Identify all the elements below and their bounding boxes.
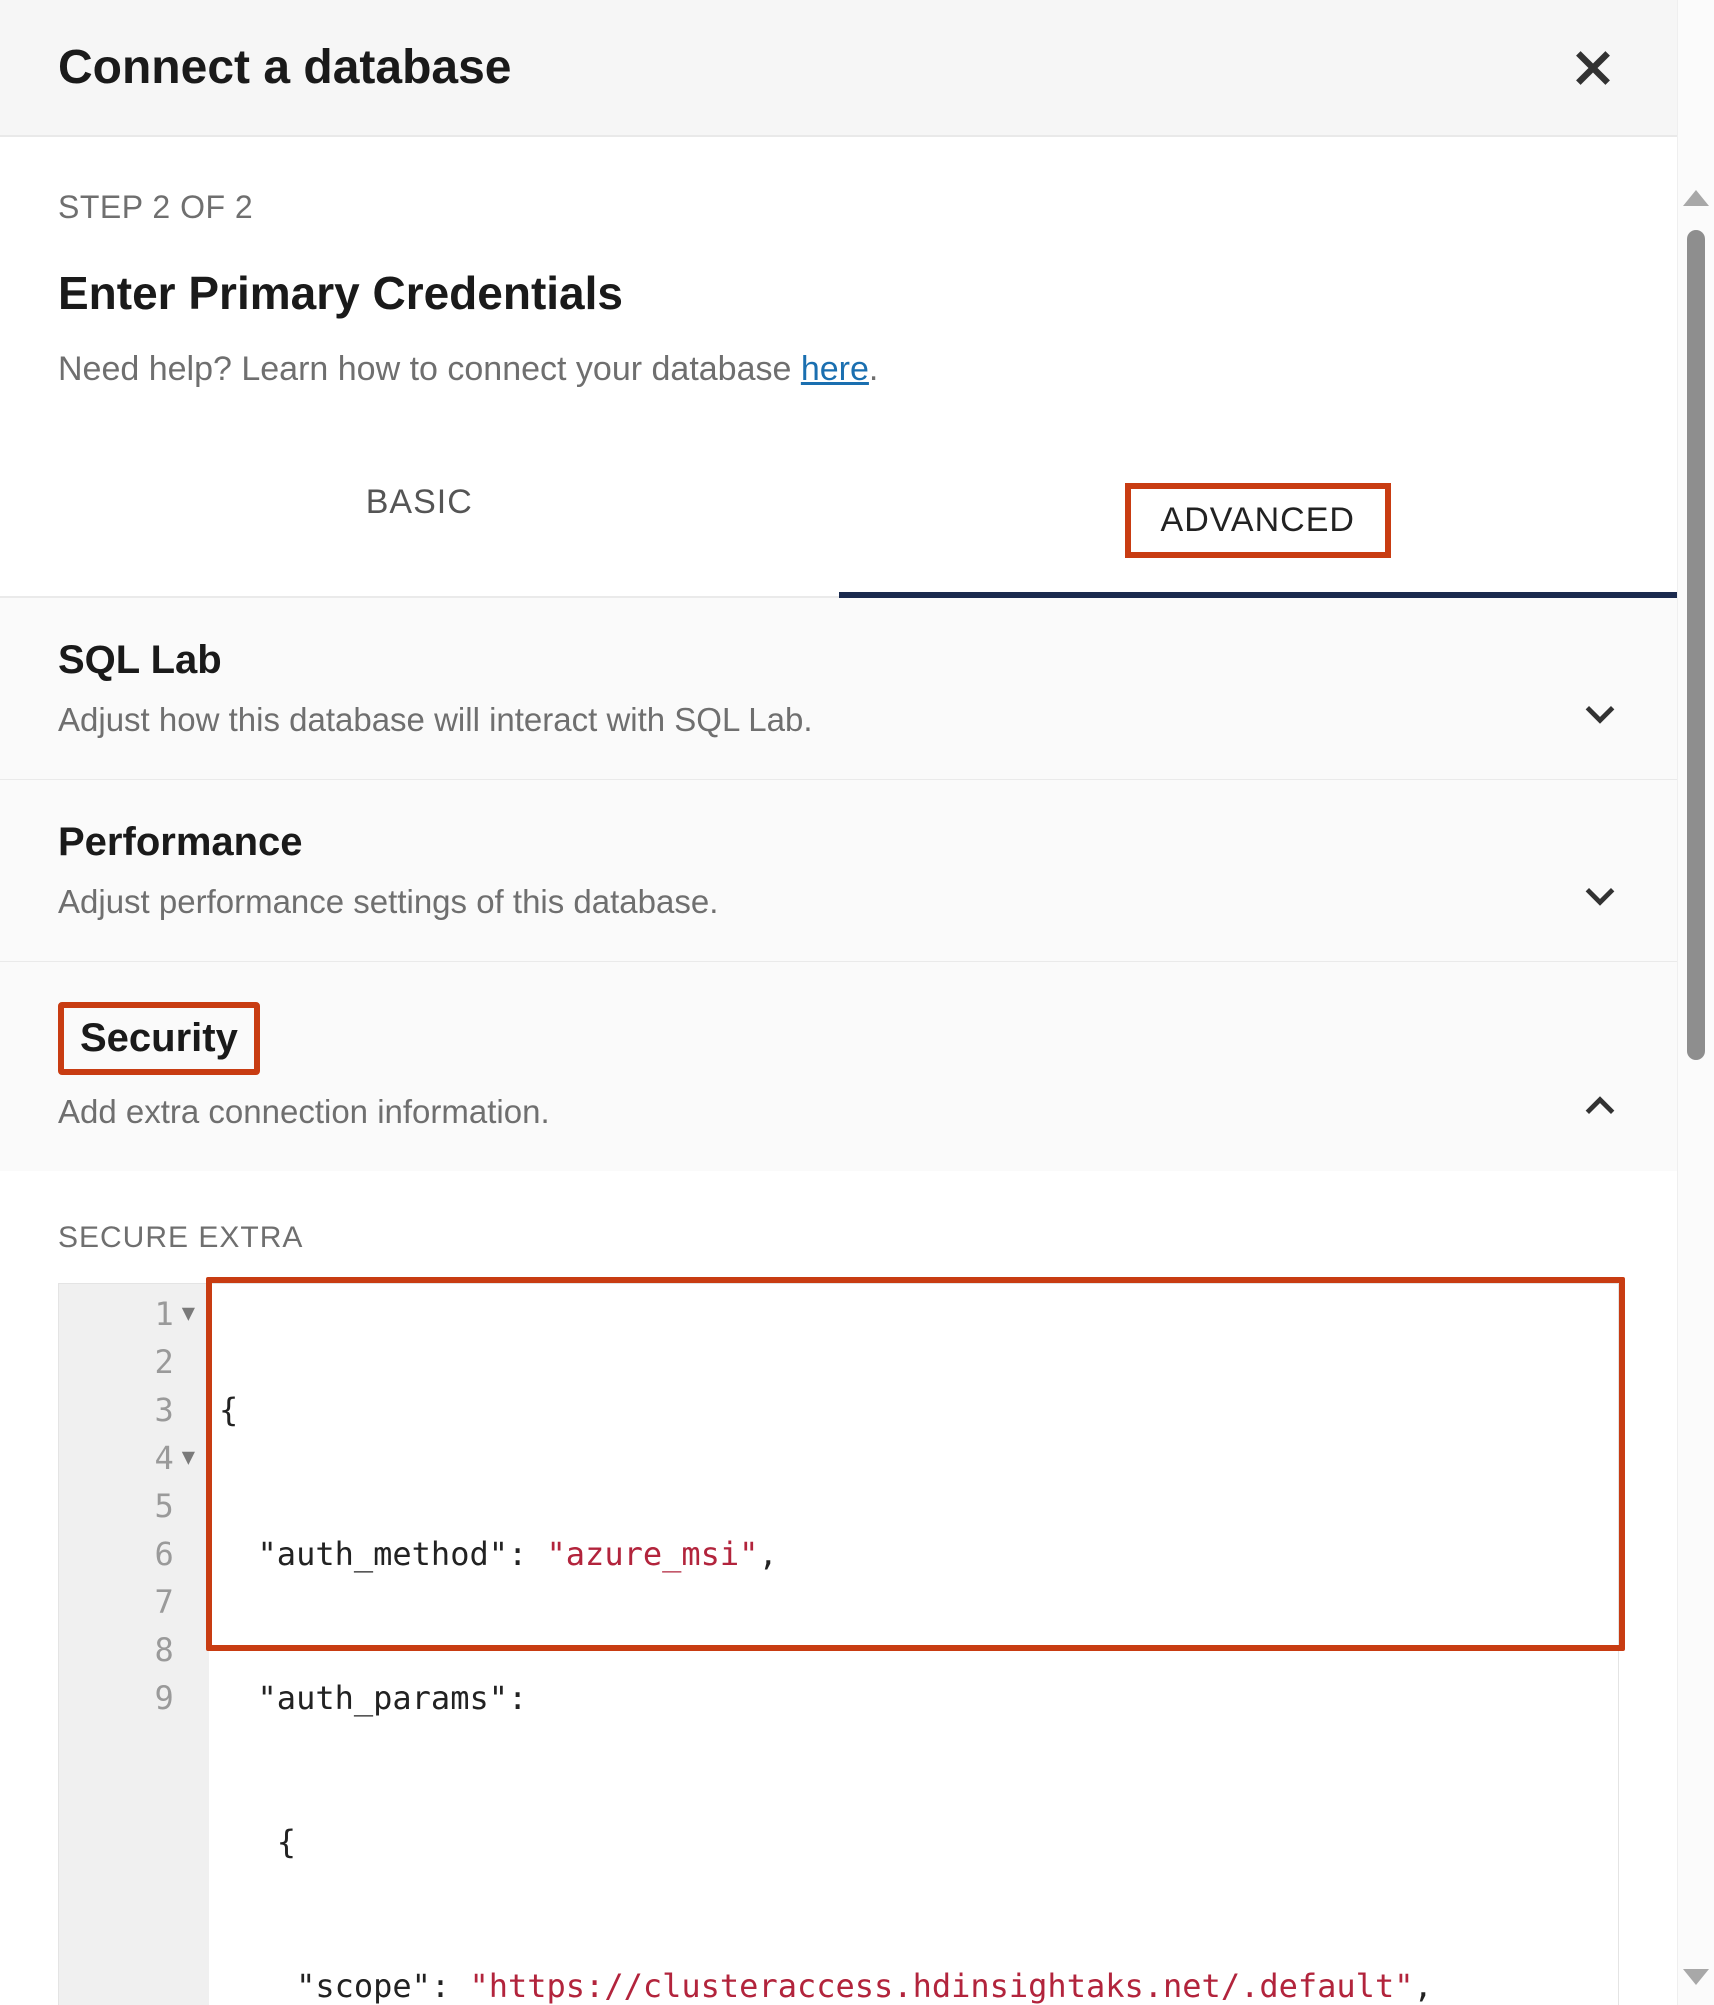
accordion-security: Security Add extra connection informatio… (0, 961, 1677, 2005)
tab-basic[interactable]: BASIC (0, 449, 839, 596)
line-number: 1 (154, 1290, 173, 1338)
accordion-sql-lab-header[interactable]: SQL Lab Adjust how this database will in… (0, 598, 1677, 779)
close-icon (1571, 46, 1615, 90)
modal-header: Connect a database (0, 0, 1677, 137)
scroll-up-icon[interactable] (1683, 190, 1709, 206)
accordion-security-desc: Add extra connection information. (58, 1093, 550, 1131)
step-label: STEP 2 OF 2 (58, 189, 1619, 226)
accordion-sql-lab-desc: Adjust how this database will interact w… (58, 701, 813, 739)
accordion-sql-lab-title: SQL Lab (58, 638, 813, 683)
scrollbar[interactable] (1678, 0, 1714, 2005)
modal-container: Connect a database STEP 2 OF 2 Enter Pri… (0, 0, 1714, 2005)
modal-body: STEP 2 OF 2 Enter Primary Credentials Ne… (0, 137, 1677, 2005)
editor-code[interactable]: { "auth_method": "azure_msi", "auth_para… (209, 1284, 1618, 2005)
tab-advanced-label: ADVANCED (1125, 483, 1391, 558)
help-link[interactable]: here (801, 350, 869, 388)
secure-extra-editor[interactable]: 1▼ 2▼ 3▼ 4▼ 5▼ 6▼ 7▼ 8▼ 9▼ (58, 1283, 1619, 2005)
accordion-sql-lab: SQL Lab Adjust how this database will in… (0, 597, 1677, 780)
line-number: 6 (154, 1530, 173, 1578)
accordion-performance-desc: Adjust performance settings of this data… (58, 883, 718, 921)
line-number: 5 (154, 1482, 173, 1530)
accordion-security-header[interactable]: Security Add extra connection informatio… (0, 962, 1677, 1171)
line-number: 4 (154, 1434, 173, 1482)
line-number: 9 (154, 1674, 173, 1722)
accordion-performance-header[interactable]: Performance Adjust performance settings … (0, 780, 1677, 961)
tab-basic-label: BASIC (366, 483, 473, 521)
chevron-down-icon (1581, 695, 1619, 733)
chevron-down-icon (1581, 877, 1619, 915)
accordion-security-content: SECURE EXTRA 1▼ 2▼ 3▼ 4▼ 5▼ 6▼ (0, 1171, 1677, 2005)
code-line: "auth_method": "azure_msi", (219, 1530, 1618, 1578)
accordion-performance: Performance Adjust performance settings … (0, 779, 1677, 962)
editor-gutter: 1▼ 2▼ 3▼ 4▼ 5▼ 6▼ 7▼ 8▼ 9▼ (59, 1284, 209, 2005)
subheading: Enter Primary Credentials (58, 266, 1619, 320)
help-text-suffix: . (869, 350, 878, 388)
fold-icon[interactable]: ▼ (182, 1290, 195, 1338)
code-line: { (219, 1386, 1618, 1434)
modal-title: Connect a database (58, 40, 511, 95)
line-number: 7 (154, 1578, 173, 1626)
accordion-group: SQL Lab Adjust how this database will in… (0, 597, 1677, 2005)
connect-database-modal: Connect a database STEP 2 OF 2 Enter Pri… (0, 0, 1678, 2005)
scroll-thumb[interactable] (1687, 230, 1705, 1060)
code-line: { (219, 1818, 1618, 1866)
code-editor-wrap: 1▼ 2▼ 3▼ 4▼ 5▼ 6▼ 7▼ 8▼ 9▼ (58, 1283, 1619, 2005)
accordion-security-title: Security (58, 1002, 260, 1075)
chevron-up-icon (1581, 1087, 1619, 1125)
tabs: BASIC ADVANCED (0, 449, 1677, 598)
code-line: "scope": "https://clusteraccess.hdinsigh… (219, 1962, 1618, 2005)
accordion-performance-title: Performance (58, 820, 718, 865)
scroll-down-icon[interactable] (1683, 1969, 1709, 1985)
tab-advanced[interactable]: ADVANCED (839, 449, 1678, 598)
line-number: 3 (154, 1386, 173, 1434)
secure-extra-label: SECURE EXTRA (58, 1221, 1619, 1255)
help-text-prefix: Need help? Learn how to connect your dat… (58, 350, 801, 388)
fold-icon[interactable]: ▼ (182, 1434, 195, 1482)
line-number: 2 (154, 1338, 173, 1386)
help-text: Need help? Learn how to connect your dat… (58, 350, 1619, 389)
code-line: "auth_params": (219, 1674, 1618, 1722)
line-number: 8 (154, 1626, 173, 1674)
close-button[interactable] (1567, 42, 1619, 94)
